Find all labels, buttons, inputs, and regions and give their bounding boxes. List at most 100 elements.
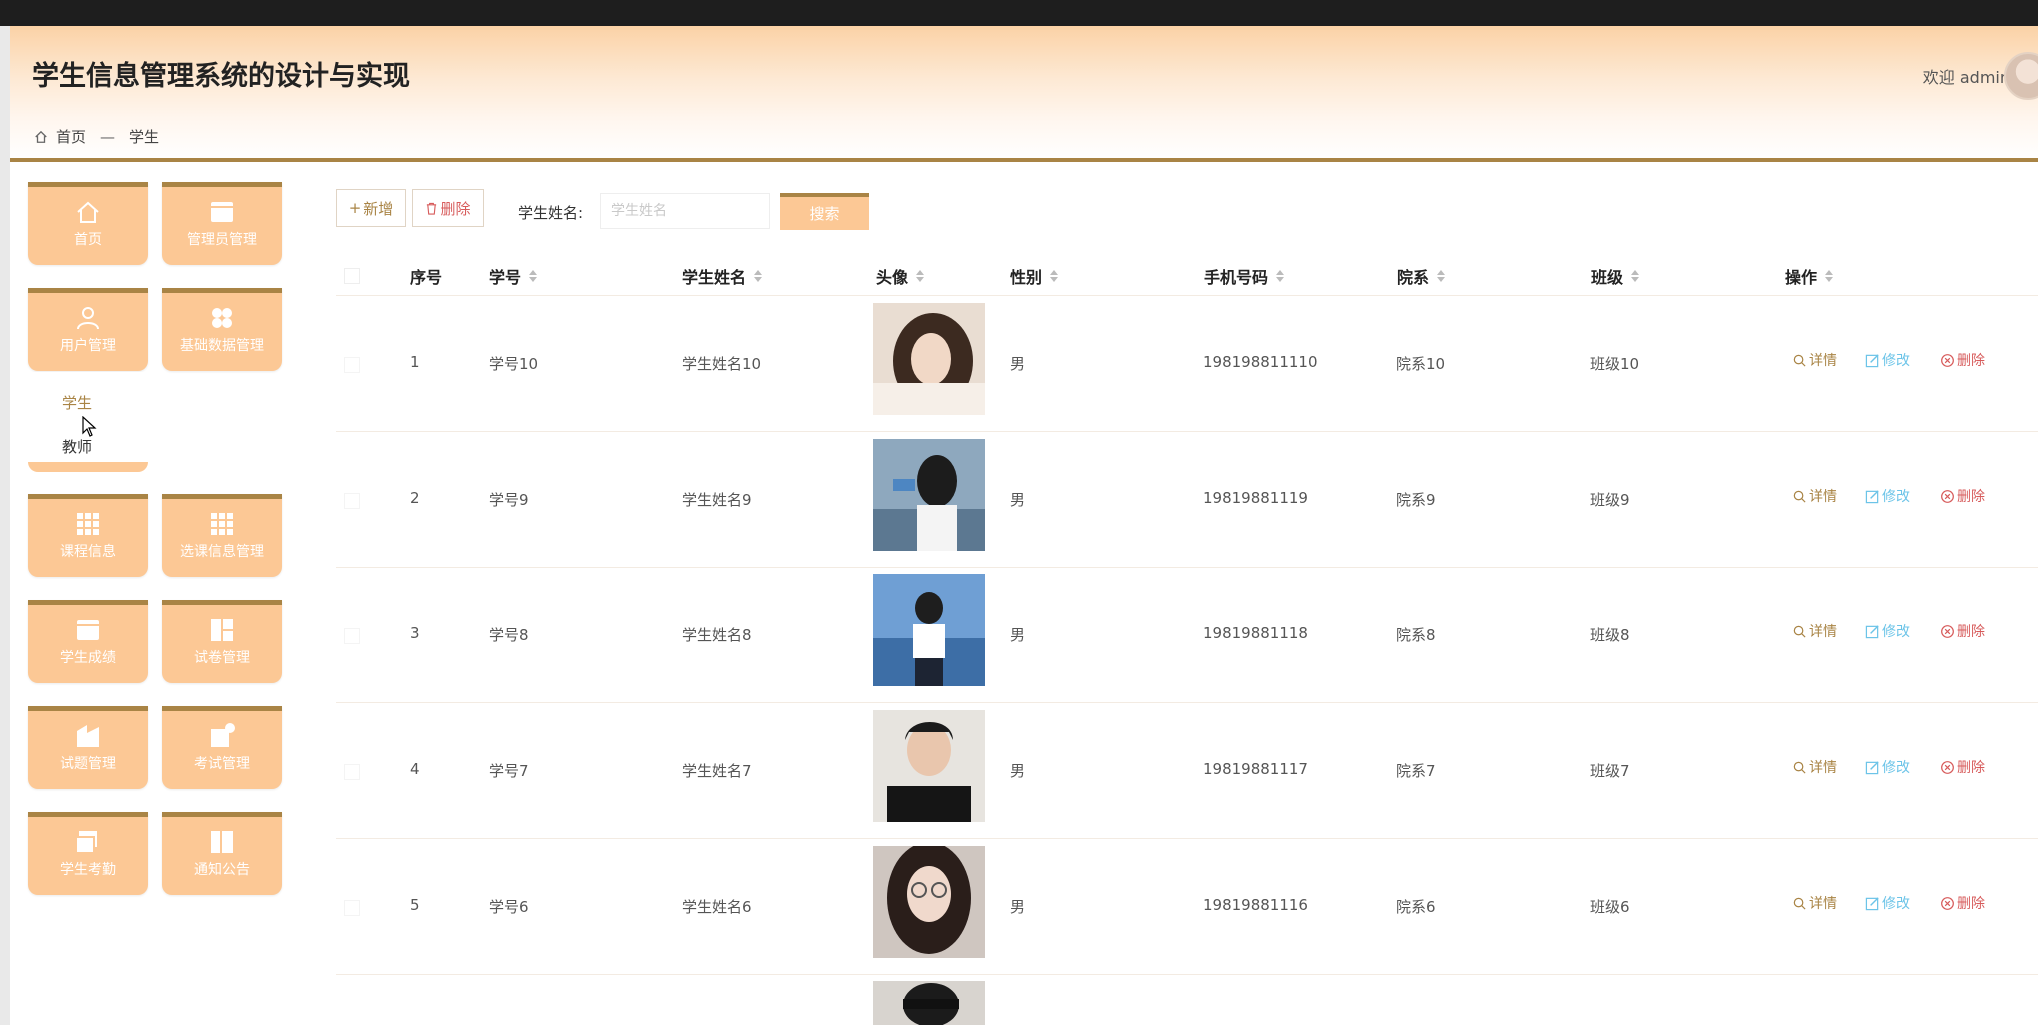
column-header-label: 班级 xyxy=(1591,268,1624,287)
row-divider xyxy=(336,974,2038,975)
cell-department: 院系8 xyxy=(1396,626,1436,644)
detail-button[interactable]: 详情 xyxy=(1792,350,1837,370)
sort-icon[interactable] xyxy=(1276,270,1285,282)
column-header-department[interactable]: 院系 xyxy=(1397,264,1446,288)
sidebar-tile-10[interactable]: 学生考勤 xyxy=(28,812,148,895)
sidebar-tile-7[interactable]: 试卷管理 xyxy=(162,600,282,683)
column-header-name[interactable]: 学生姓名 xyxy=(682,264,763,288)
edit-button[interactable]: 修改 xyxy=(1865,486,1910,506)
row-checkbox[interactable] xyxy=(344,764,360,780)
add-button-label: 新增 xyxy=(363,199,394,218)
row-checkbox[interactable] xyxy=(344,493,360,509)
search-button[interactable]: 搜索 xyxy=(780,193,869,230)
column-header-student-no[interactable]: 学号 xyxy=(489,264,538,288)
row-checkbox[interactable] xyxy=(344,628,360,644)
detail-button[interactable]: 详情 xyxy=(1792,757,1837,777)
cell-student-no: 学号10 xyxy=(489,355,539,373)
row-checkbox[interactable] xyxy=(344,900,360,916)
column-header-label: 手机号码 xyxy=(1204,268,1269,287)
sidebar-tile-5[interactable]: 选课信息管理 xyxy=(162,494,282,577)
breadcrumb-home[interactable]: 首页 xyxy=(56,126,86,147)
sidebar-tile-label: 选课信息管理 xyxy=(180,544,264,560)
card-icon xyxy=(211,202,233,222)
search-icon xyxy=(1793,490,1806,503)
detail-label: 详情 xyxy=(1809,760,1837,776)
delete-button[interactable]: 删除 xyxy=(1940,350,1985,370)
home-icon xyxy=(35,130,47,143)
student-photo xyxy=(873,710,985,822)
search-icon xyxy=(1793,625,1806,638)
edit-button[interactable]: 修改 xyxy=(1865,621,1910,641)
edit-label: 修改 xyxy=(1882,489,1910,505)
cell-index: 5 xyxy=(410,896,420,914)
sidebar-tile-label: 学生成绩 xyxy=(60,650,116,666)
sort-icon[interactable] xyxy=(529,270,538,282)
row-checkbox[interactable] xyxy=(344,357,360,373)
app-header: 学生信息管理系统的设计与实现 欢迎 admin 首页 — 学生 xyxy=(10,26,2038,162)
cell-class: 班级6 xyxy=(1590,898,1630,916)
column-header-gender[interactable]: 性别 xyxy=(1010,264,1059,288)
sort-icon[interactable] xyxy=(1437,270,1446,282)
cell-index: 3 xyxy=(410,624,420,642)
search-input[interactable] xyxy=(600,193,770,229)
column-header-actions[interactable]: 操作 xyxy=(1785,264,1834,288)
sort-icon[interactable] xyxy=(754,270,763,282)
batch-delete-button[interactable]: 删除 xyxy=(412,189,484,227)
detail-label: 详情 xyxy=(1809,896,1837,912)
sidebar-tile-1[interactable]: 管理员管理 xyxy=(162,182,282,265)
detail-label: 详情 xyxy=(1809,489,1837,505)
delete-label: 删除 xyxy=(1957,896,1985,912)
edit-icon xyxy=(1865,624,1879,638)
cell-phone: 19819881116 xyxy=(1203,896,1308,914)
clover-icon xyxy=(212,308,232,328)
submenu-item-student[interactable]: 学生 xyxy=(62,392,92,413)
submenu-bottom-edge xyxy=(28,462,148,472)
card-icon xyxy=(77,620,99,640)
detail-button[interactable]: 详情 xyxy=(1792,621,1837,641)
sort-icon[interactable] xyxy=(916,270,925,282)
sidebar-tile-11[interactable]: 通知公告 xyxy=(162,812,282,895)
sidebar-tile-3[interactable]: 基础数据管理 xyxy=(162,288,282,371)
column-header-class[interactable]: 班级 xyxy=(1591,264,1640,288)
cell-class: 班级8 xyxy=(1590,626,1630,644)
delete-button[interactable]: 删除 xyxy=(1940,621,1985,641)
cell-class: 班级7 xyxy=(1590,762,1630,780)
sidebar-tile-9[interactable]: 考试管理 xyxy=(162,706,282,789)
sort-icon[interactable] xyxy=(1825,270,1834,282)
sort-icon[interactable] xyxy=(1050,270,1059,282)
avatar[interactable] xyxy=(2004,52,2038,100)
sidebar-tile-4[interactable]: 课程信息 xyxy=(28,494,148,577)
add-button[interactable]: + 新增 xyxy=(336,189,406,227)
edit-label: 修改 xyxy=(1882,353,1910,369)
edit-button[interactable]: 修改 xyxy=(1865,757,1910,777)
sidebar-tile-label: 试题管理 xyxy=(60,756,116,772)
cell-class: 班级10 xyxy=(1590,355,1640,373)
sidebar-tile-label: 基础数据管理 xyxy=(180,338,264,354)
sidebar-tile-8[interactable]: 试题管理 xyxy=(28,706,148,789)
detail-button[interactable]: 详情 xyxy=(1792,893,1837,913)
sidebar-tile-2[interactable]: 用户管理 xyxy=(28,288,148,371)
select-all-checkbox[interactable] xyxy=(344,268,360,284)
edit-button[interactable]: 修改 xyxy=(1865,350,1910,370)
sort-icon[interactable] xyxy=(1631,270,1640,282)
sidebar-tile-label: 用户管理 xyxy=(60,338,116,354)
sidebar-tile-0[interactable]: 首页 xyxy=(28,182,148,265)
delete-button[interactable]: 删除 xyxy=(1940,757,1985,777)
column-header-avatar[interactable]: 头像 xyxy=(876,264,925,288)
cell-index: 1 xyxy=(410,353,420,371)
edit-button[interactable]: 修改 xyxy=(1865,893,1910,913)
close-circle-icon xyxy=(1941,760,1954,774)
detail-button[interactable]: 详情 xyxy=(1792,486,1837,506)
cell-index: 2 xyxy=(410,489,420,507)
sidebar-tile-6[interactable]: 学生成绩 xyxy=(28,600,148,683)
delete-button[interactable]: 删除 xyxy=(1940,486,1985,506)
submenu-item-teacher[interactable]: 教师 xyxy=(62,436,92,457)
cell-gender: 男 xyxy=(1010,626,1026,644)
delete-button[interactable]: 删除 xyxy=(1940,893,1985,913)
user-icon xyxy=(77,307,99,330)
edit-icon xyxy=(1865,896,1879,910)
cell-gender: 男 xyxy=(1010,898,1026,916)
book-icon xyxy=(211,831,233,853)
column-header-label: 操作 xyxy=(1785,268,1818,287)
column-header-phone[interactable]: 手机号码 xyxy=(1204,264,1285,288)
